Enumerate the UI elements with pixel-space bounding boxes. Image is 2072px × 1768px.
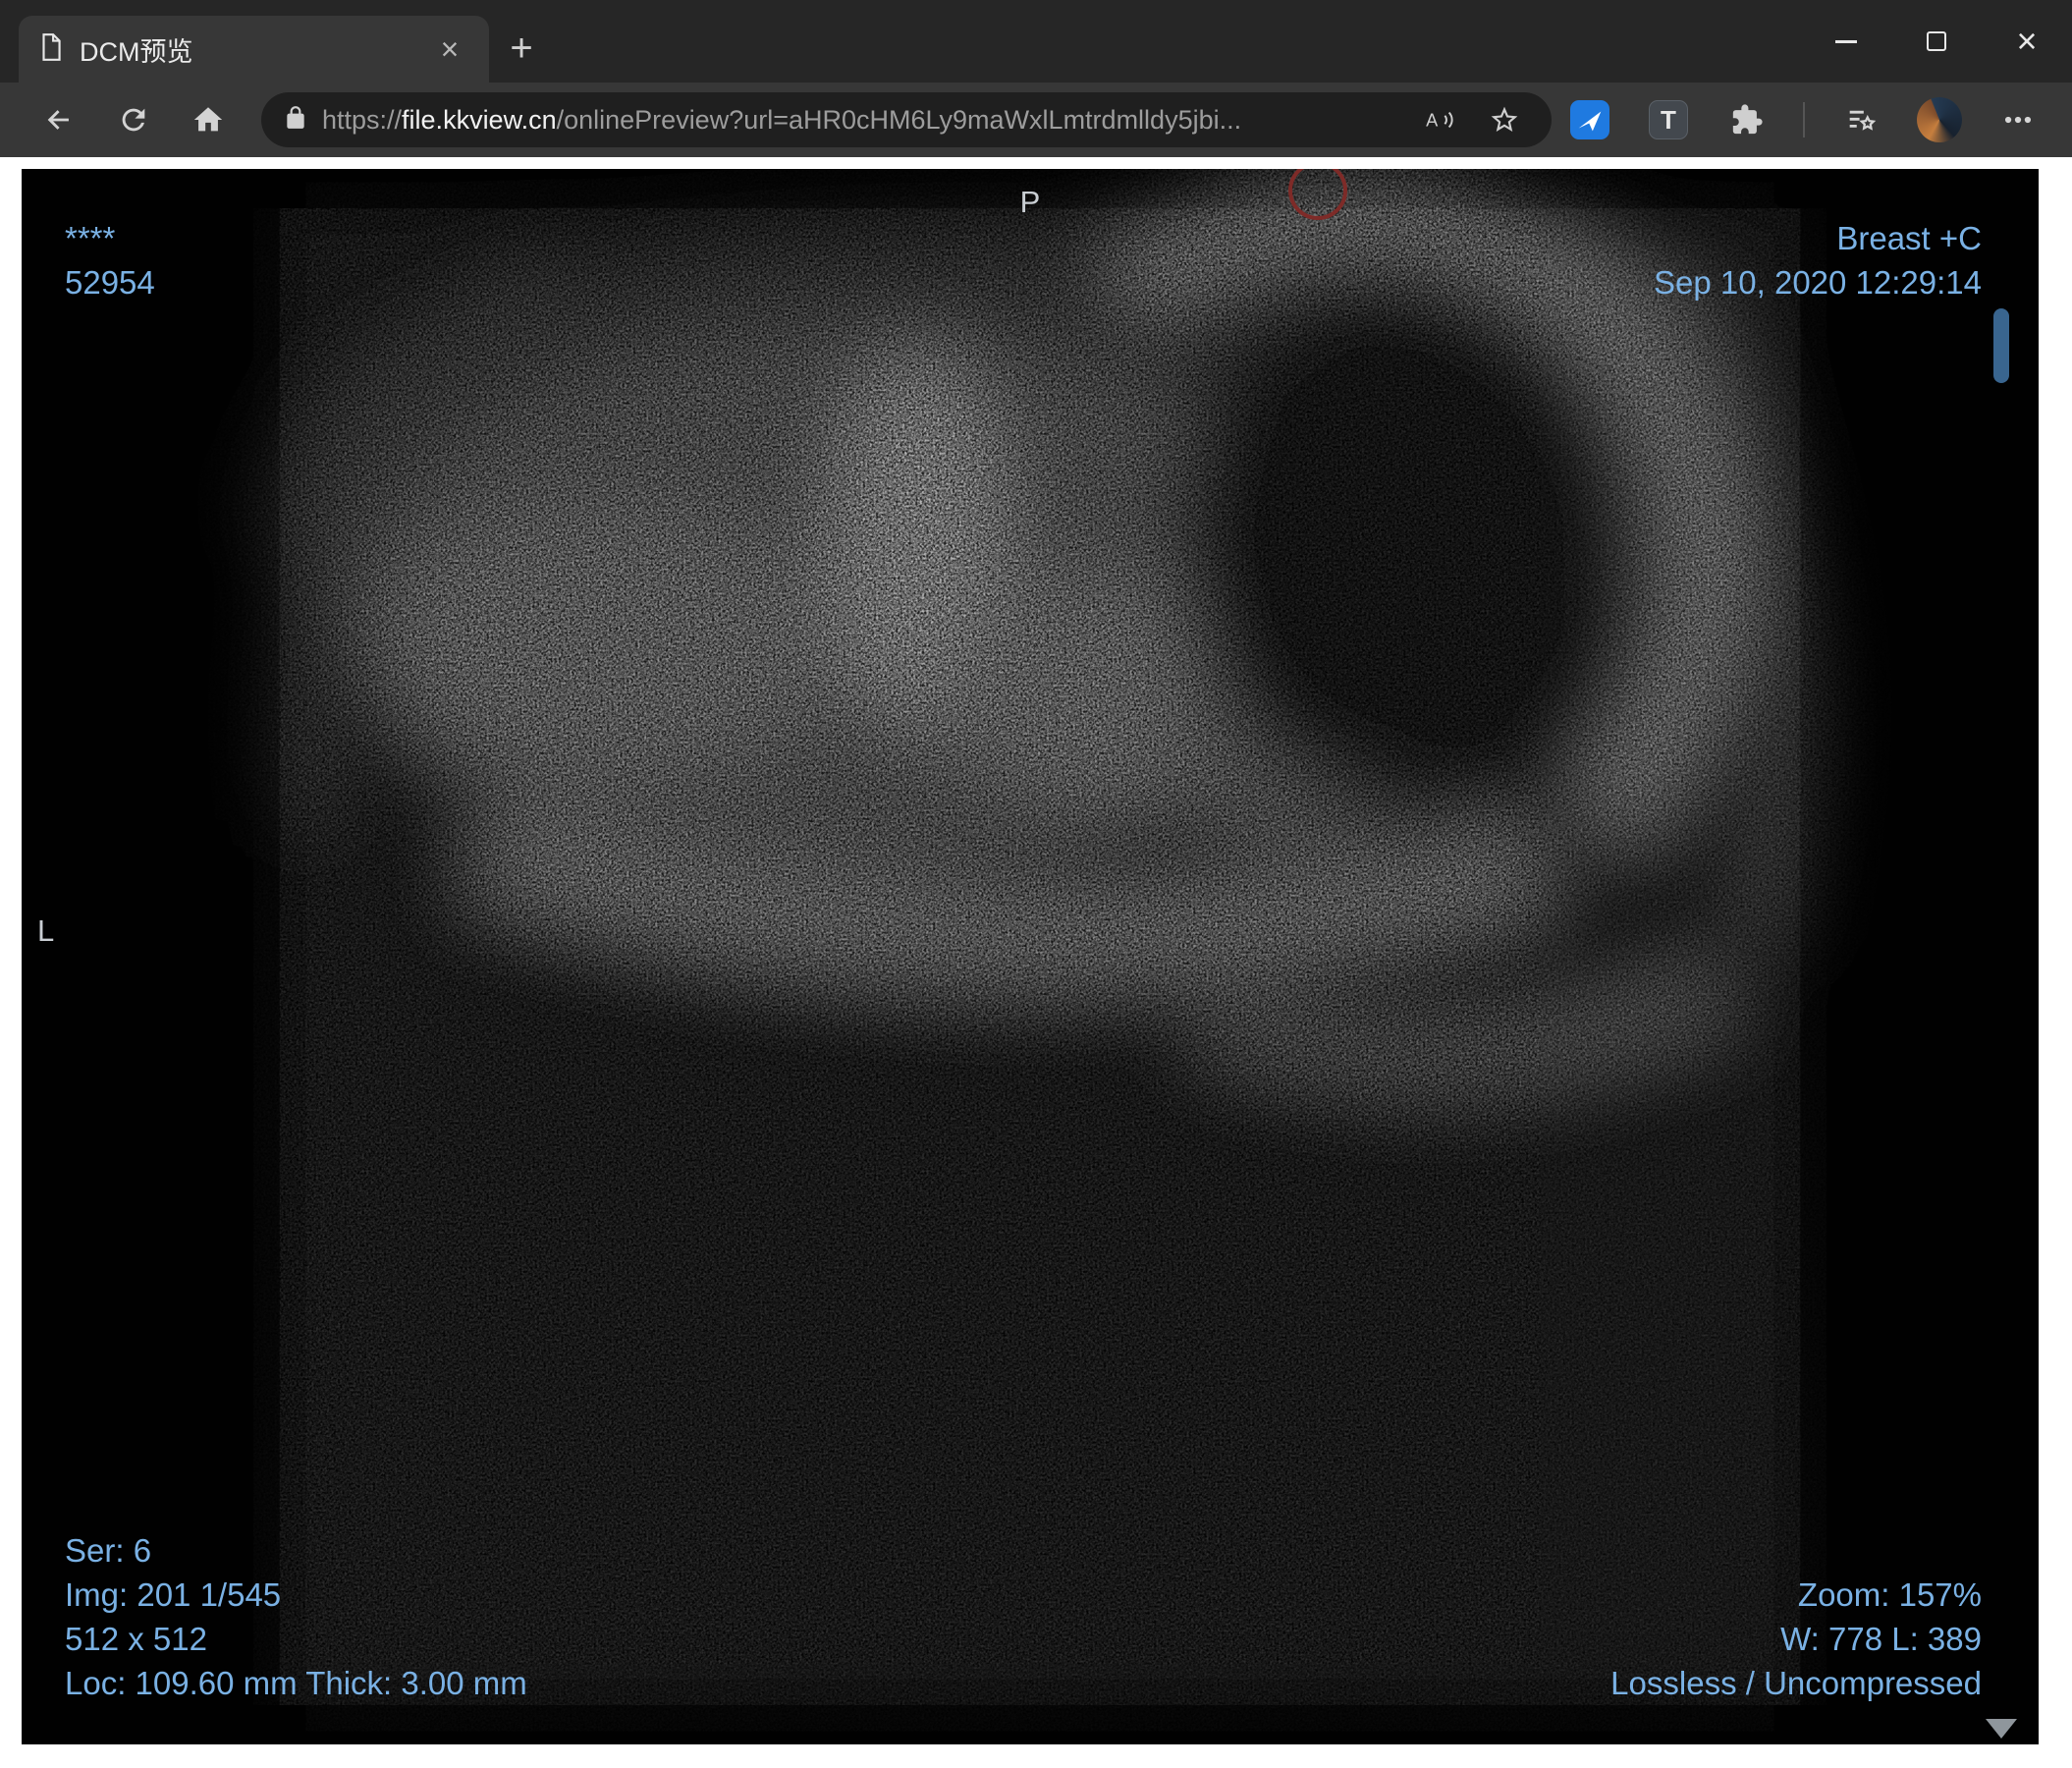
lock-icon[interactable] [283,105,308,136]
favorite-star-icon[interactable] [1479,104,1530,136]
web-page: **** 52954 Breast +C Sep 10, 2020 12:29:… [0,157,2072,1768]
read-aloud-button[interactable]: A [1414,104,1465,136]
extensions-area: T [1567,97,2050,142]
scroll-down-arrow[interactable] [1986,1719,2017,1739]
svg-text:A: A [1426,110,1439,130]
settings-menu-icon[interactable] [1995,97,2041,142]
url-path: /onlinePreview?url=aHR0cHM6Ly9maWxlLmtrd… [556,104,1242,135]
profile-avatar[interactable] [1917,97,1962,142]
home-button[interactable] [171,88,245,151]
url-text: https://file.kkview.cn/onlinePreview?url… [322,105,1400,136]
new-tab-button[interactable]: + [499,28,544,73]
window-controls: × [1801,0,2072,83]
back-button[interactable] [22,88,96,151]
blue-extension-icon[interactable] [1567,97,1612,142]
favorites-hub-icon[interactable] [1838,97,1883,142]
window-level: W: 778 L: 389 [1780,1621,1982,1657]
browser-tab[interactable]: DCM预览 × [19,16,489,83]
patient-info-overlay: **** 52954 [65,216,155,304]
study-info-overlay: Breast +C Sep 10, 2020 12:29:14 [1654,216,1982,304]
series-info-overlay: Ser: 6 Img: 201 1/545 512 x 512 Loc: 109… [65,1528,527,1705]
url-scheme: https:// [322,104,403,135]
page-document-icon [38,32,64,67]
close-window-button[interactable]: × [1982,0,2072,83]
minimize-icon [1835,39,1857,43]
toolbar-divider [1803,102,1805,138]
t-shield-extension-icon[interactable]: T [1646,97,1691,142]
slice-location-thickness: Loc: 109.60 mm Thick: 3.00 mm [65,1665,527,1701]
zoom-level: Zoom: 157% [1797,1576,1982,1613]
extensions-puzzle-icon[interactable] [1724,97,1770,142]
orientation-marker-posterior: P [1019,185,1041,219]
maximize-button[interactable] [1891,0,1982,83]
display-info-overlay: Zoom: 157% W: 778 L: 389 Lossless / Unco… [1610,1573,1982,1705]
url-host: file.kkview.cn [402,104,557,135]
tab-close-icon[interactable]: × [430,33,469,65]
browser-window: DCM预览 × + × https://file.kkview.cn/onlin… [0,0,2072,157]
refresh-button[interactable] [96,88,171,151]
tab-strip: DCM预览 × + × [0,0,2072,83]
image-number: Img: 201 1/545 [65,1576,282,1613]
study-description: Breast +C [1836,220,1982,256]
patient-name-masked: **** [65,220,116,256]
image-matrix: 512 x 512 [65,1621,207,1657]
dicom-viewer-canvas[interactable]: **** 52954 Breast +C Sep 10, 2020 12:29:… [22,169,2039,1744]
tab-title: DCM预览 [80,36,193,67]
browser-toolbar: https://file.kkview.cn/onlinePreview?url… [0,83,2072,157]
slice-scrollbar-thumb[interactable] [1993,308,2009,383]
patient-id: 52954 [65,264,155,301]
compression-info: Lossless / Uncompressed [1610,1665,1982,1701]
orientation-marker-left: L [37,913,55,948]
minimize-button[interactable] [1801,0,1891,83]
maximize-icon [1927,31,1946,51]
series-number: Ser: 6 [65,1532,152,1569]
mri-scan-image [22,169,2039,1744]
study-datetime: Sep 10, 2020 12:29:14 [1654,264,1982,301]
address-bar[interactable]: https://file.kkview.cn/onlinePreview?url… [261,92,1552,147]
